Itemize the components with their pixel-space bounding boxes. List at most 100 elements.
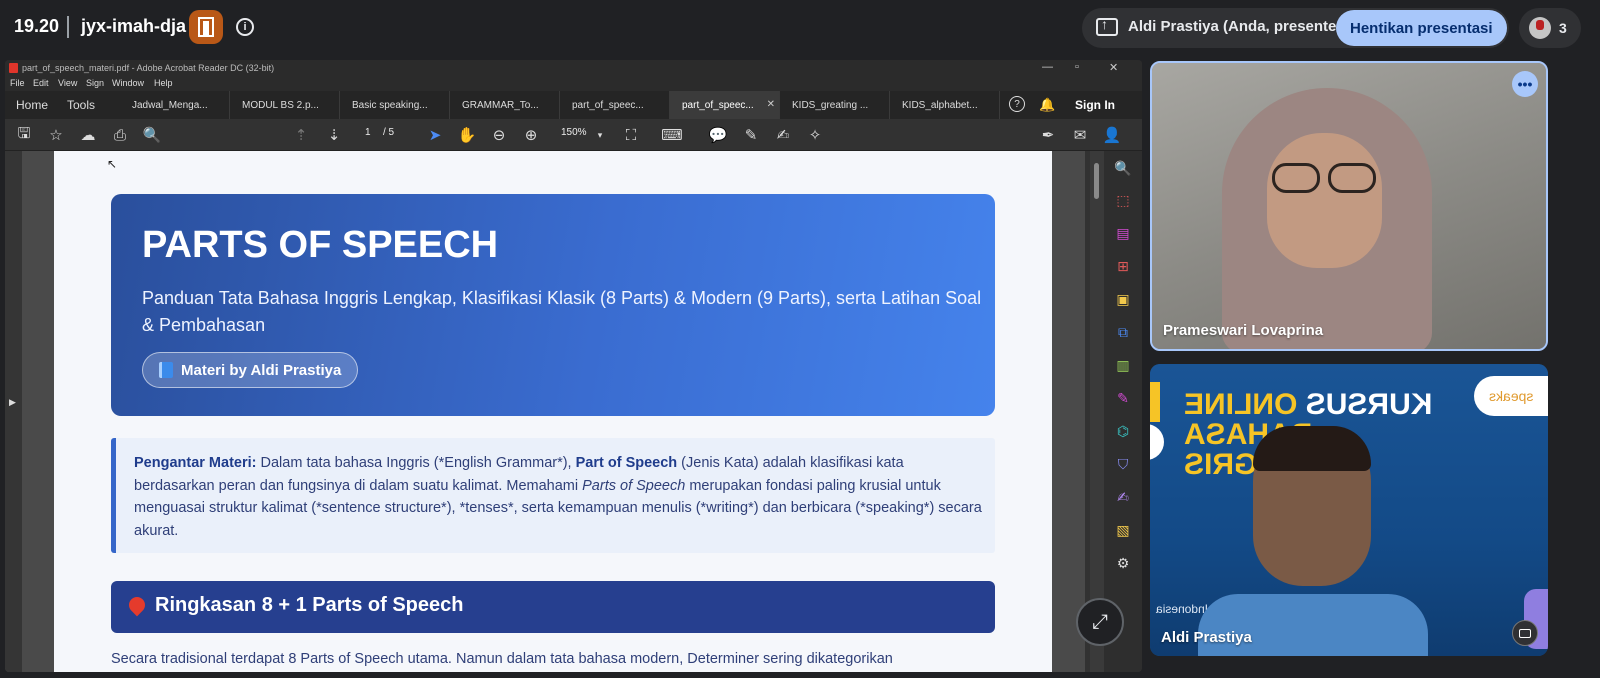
edit-pdf-icon[interactable]: ✎ <box>1114 389 1132 407</box>
tab-label: Jadwal_Menga... <box>132 99 208 111</box>
intro-bold-term: Part of Speech <box>575 455 678 471</box>
share-user-icon[interactable]: 👤 <box>1102 125 1122 145</box>
participant-name: Prameswari Lovaprina <box>1163 322 1324 339</box>
tab-doc[interactable]: KIDS_alphabet... <box>890 91 1000 119</box>
intro-text-1: Dalam tata bahasa Inggris (*English Gram… <box>256 455 576 471</box>
tab-label: MODUL BS 2.p... <box>242 99 319 111</box>
menu-sign[interactable]: Sign <box>86 78 104 88</box>
scan-ocr-icon[interactable]: ⌬ <box>1114 422 1132 440</box>
request-signature-icon[interactable]: ▧ <box>1114 521 1132 539</box>
participant-tile[interactable]: ••• Prameswari Lovaprina <box>1150 61 1548 351</box>
highlight-pen-icon[interactable]: ✎ <box>741 125 761 145</box>
fill-sign-tool-icon[interactable]: ✍ <box>1114 488 1132 506</box>
more-options-icon[interactable]: ••• <box>1512 71 1538 97</box>
mouse-cursor-icon: ↖ <box>107 157 118 171</box>
tools-rail: 🔍 ⬚ ▤ ⊞ ▣ ⧉ ▥ ✎ ⌬ ⛉ ✍ ▧ ⚙ <box>1104 151 1142 672</box>
zoom-level-select[interactable]: 150% <box>561 127 587 138</box>
comment-tool-icon[interactable]: ▣ <box>1114 290 1132 308</box>
protect-icon[interactable]: ⛉ <box>1114 455 1132 473</box>
more-tools-icon[interactable]: ⚙ <box>1114 554 1132 572</box>
participant-hair <box>1253 426 1371 471</box>
section-title-text: Ringkasan 8 + 1 Parts of Speech <box>155 594 464 616</box>
comment-icon[interactable]: 💬 <box>708 125 728 145</box>
info-icon[interactable]: i <box>236 18 254 36</box>
presenter-label: Aldi Prastiya (Anda, presenter) <box>1128 18 1348 35</box>
tab-home[interactable]: Home <box>16 91 48 119</box>
search-icon[interactable]: 🔍 <box>142 125 162 145</box>
tab-doc[interactable]: part_of_speec... <box>560 91 670 119</box>
page-number-input[interactable]: 1 <box>365 127 371 138</box>
zoom-out-icon[interactable]: ⊖ <box>489 125 509 145</box>
create-pdf-icon[interactable]: ⊞ <box>1114 257 1132 275</box>
tab-doc[interactable]: Jadwal_Menga... <box>120 91 230 119</box>
tab-tools[interactable]: Tools <box>67 91 95 119</box>
participant-body <box>1198 594 1428 656</box>
participant-face <box>1267 133 1382 268</box>
stop-presenting-button[interactable]: Hentikan presentasi <box>1336 10 1507 46</box>
pdf-page: ↖ PARTS OF SPEECH Panduan Tata Bahasa In… <box>54 151 1052 672</box>
menu-view[interactable]: View <box>58 78 77 88</box>
tab-doc[interactable]: GRAMMAR_To... <box>450 91 560 119</box>
vertical-scrollbar[interactable] <box>1090 151 1104 672</box>
zoom-tool-icon[interactable]: 🔍 <box>1114 159 1132 177</box>
participants-button[interactable]: 3 <box>1519 8 1581 48</box>
picture-in-picture-icon[interactable] <box>1512 620 1538 646</box>
stamp-icon[interactable]: ✧ <box>805 125 825 145</box>
bell-icon[interactable]: 🔔 <box>1039 97 1055 113</box>
hand-icon[interactable]: ✋ <box>457 125 477 145</box>
glasses <box>1272 163 1382 195</box>
tab-label: part_of_speec... <box>682 99 754 111</box>
maximize-icon[interactable]: ▫ <box>1075 61 1079 73</box>
tab-label: KIDS_greating ... <box>792 99 869 111</box>
zoom-in-icon[interactable]: ⊕ <box>521 125 541 145</box>
avatar <box>1529 17 1551 39</box>
close-tab-icon[interactable]: ✕ <box>767 99 775 110</box>
page-down-icon[interactable]: ⇣ <box>324 125 344 145</box>
tab-label: part_of_speec... <box>572 99 644 111</box>
author-badge: Materi by Aldi Prastiya <box>142 352 359 388</box>
menu-help[interactable]: Help <box>154 78 173 88</box>
meet-top-bar: 19.20 jyx-imah-dja i Aldi Prastiya (Anda… <box>0 0 1600 55</box>
compress-icon[interactable]: ▥ <box>1114 356 1132 374</box>
sign-in-button[interactable]: Sign In <box>1075 98 1115 112</box>
email-icon[interactable]: ✉ <box>1070 125 1090 145</box>
fill-sign-icon[interactable]: ✒ <box>1038 125 1058 145</box>
organize-pages-icon[interactable]: ▤ <box>1114 224 1132 242</box>
intro-italic-term: Parts of Speech <box>582 477 686 494</box>
menu-window[interactable]: Window <box>112 78 144 88</box>
meeting-code: jyx-imah-dja <box>81 16 187 36</box>
close-icon[interactable]: ✕ <box>1109 61 1118 74</box>
draw-icon[interactable]: ✍ <box>773 125 793 145</box>
star-icon[interactable]: ☆ <box>46 125 66 145</box>
expand-panel-icon[interactable]: ▶ <box>9 397 16 408</box>
tab-doc[interactable]: MODUL BS 2.p... <box>230 91 340 119</box>
door-icon[interactable] <box>189 10 223 44</box>
export-pdf-icon[interactable]: ⬚ <box>1114 191 1132 209</box>
participant-tile[interactable]: KURSUS ONLINE BAHASA INGGRIS speaks Brig… <box>1150 364 1548 656</box>
chevron-down-icon[interactable]: ▾ <box>590 125 610 145</box>
intro-box: Pengantar Materi: Dalam tata bahasa Ingg… <box>111 438 995 553</box>
keyboard-icon[interactable]: ⌨ <box>661 125 683 145</box>
fit-page-icon[interactable]: ⛶ <box>621 125 641 145</box>
save-icon[interactable]: 🖫 <box>14 125 34 145</box>
menu-file[interactable]: File <box>10 78 25 88</box>
scrollbar-thumb[interactable] <box>1094 163 1099 199</box>
print-icon[interactable]: ⎙ <box>110 125 130 145</box>
banner-line1a: KURSUS <box>1297 388 1433 421</box>
participant-count: 3 <box>1559 20 1567 36</box>
banner-accent <box>1150 382 1160 422</box>
hero-banner: PARTS OF SPEECH Panduan Tata Bahasa Ingg… <box>111 194 995 416</box>
tab-doc[interactable]: Basic speaking... <box>340 91 450 119</box>
select-cursor-icon[interactable]: ➤ <box>425 125 445 145</box>
combine-files-icon[interactable]: ⧉ <box>1114 323 1132 341</box>
menu-edit[interactable]: Edit <box>33 78 49 88</box>
page-up-icon[interactable]: ⇡ <box>291 125 311 145</box>
upload-cloud-icon[interactable]: ☁ <box>78 125 98 145</box>
present-screen-icon <box>1096 16 1118 36</box>
banner-line1b: ONLINE <box>1184 388 1298 421</box>
tab-doc-active[interactable]: part_of_speec... ✕ <box>670 91 780 119</box>
fullscreen-expand-icon[interactable]: ⤢ <box>1076 598 1124 646</box>
minimize-icon[interactable]: — <box>1042 61 1053 73</box>
tab-doc[interactable]: KIDS_greating ... <box>780 91 890 119</box>
help-icon[interactable]: ? <box>1009 96 1025 112</box>
